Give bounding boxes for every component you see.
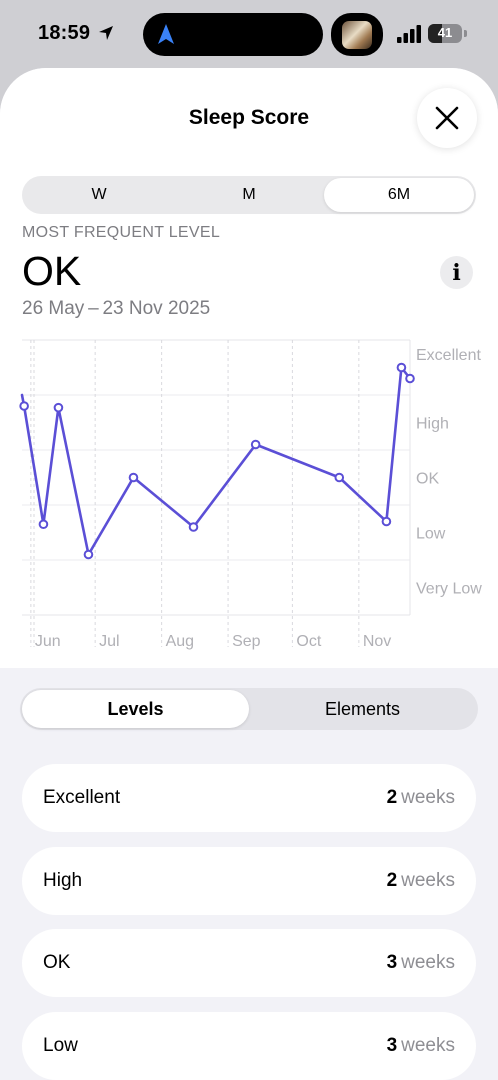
location-arrow-icon bbox=[99, 26, 113, 40]
level-count: 3 bbox=[386, 952, 398, 973]
tab-levels[interactable]: Levels bbox=[22, 690, 249, 728]
level-unit: weeks bbox=[401, 1034, 455, 1056]
date-range: 26 May – 23 Nov 2025 bbox=[22, 298, 211, 319]
data-point bbox=[188, 522, 199, 532]
data-point bbox=[38, 519, 49, 530]
range-option-week[interactable]: W bbox=[24, 178, 174, 212]
level-count: 2 bbox=[386, 869, 398, 891]
level-card-low[interactable]: Low 3 weeks bbox=[22, 1011, 476, 1080]
x-tick-label: Jul bbox=[99, 633, 119, 650]
x-tick-label: Jun bbox=[35, 633, 61, 650]
levels-list: Excellent 2 weeks High 2 weeks OK 3 weeks L… bbox=[22, 764, 476, 1080]
status-time: 18:59 bbox=[38, 22, 91, 44]
navigation-arrow-icon bbox=[158, 24, 174, 44]
detail-tabs: Levels Elements bbox=[20, 688, 478, 730]
most-frequent-caption: MOST FREQUENT LEVEL bbox=[22, 224, 221, 241]
cellular-signal-icon bbox=[397, 25, 421, 43]
range-option-6-months[interactable]: 6M bbox=[324, 178, 474, 212]
dynamic-island[interactable] bbox=[143, 13, 323, 56]
data-point bbox=[405, 373, 415, 384]
media-artwork-icon bbox=[342, 20, 372, 49]
close-icon bbox=[435, 106, 459, 130]
data-point bbox=[334, 472, 345, 483]
most-frequent-value: OK bbox=[22, 248, 82, 294]
status-bar: 18:59 41 bbox=[0, 0, 498, 68]
data-point bbox=[53, 402, 64, 413]
data-point bbox=[381, 516, 392, 527]
level-name: Excellent bbox=[43, 787, 121, 808]
x-tick-label: Aug bbox=[166, 633, 194, 650]
range-option-month[interactable]: M bbox=[174, 178, 324, 212]
level-unit: weeks bbox=[401, 952, 455, 973]
level-unit: weeks bbox=[401, 869, 455, 891]
data-point bbox=[128, 472, 139, 483]
live-activity-thumbnail[interactable] bbox=[331, 13, 383, 56]
tab-elements[interactable]: Elements bbox=[249, 690, 476, 728]
x-tick-label: Sep bbox=[232, 633, 261, 650]
level-name: High bbox=[43, 869, 83, 891]
battery-cap bbox=[464, 30, 467, 37]
y-level-label: OK bbox=[416, 471, 439, 488]
close-button[interactable] bbox=[417, 88, 477, 148]
data-point bbox=[83, 549, 94, 560]
y-level-label: High bbox=[416, 416, 449, 433]
time-range-selector: W M 6M bbox=[22, 176, 476, 214]
level-card-ok[interactable]: OK 3 weeks bbox=[22, 929, 476, 997]
level-unit: weeks bbox=[401, 787, 455, 808]
sleep-score-chart[interactable]: Jun Jul Aug Sep Oct Nov Very Low Low OK High Excel… bbox=[0, 330, 498, 660]
data-point bbox=[250, 439, 261, 450]
info-button[interactable]: i bbox=[440, 256, 473, 289]
level-name: OK bbox=[43, 952, 71, 973]
level-card-excellent[interactable]: Excellent 2 weeks bbox=[22, 764, 476, 832]
battery-percent: 41 bbox=[437, 25, 453, 40]
data-point bbox=[19, 401, 29, 411]
level-count: 2 bbox=[386, 787, 398, 808]
level-name: Low bbox=[43, 1034, 78, 1056]
series-line bbox=[20, 366, 412, 556]
data-point bbox=[396, 362, 407, 373]
x-tick-label: Nov bbox=[363, 633, 391, 650]
y-level-label: Low bbox=[416, 526, 446, 543]
battery-icon: 41 bbox=[428, 24, 462, 43]
level-count: 3 bbox=[386, 1034, 398, 1056]
x-tick-label: Oct bbox=[296, 633, 321, 650]
sleep-score-sheet: Sleep Score W M 6M MOST FREQUENT LEVEL O… bbox=[0, 68, 498, 1080]
y-level-label: Very Low bbox=[416, 581, 482, 598]
level-card-high[interactable]: High 2 weeks bbox=[22, 846, 476, 915]
info-icon: i bbox=[452, 259, 461, 286]
y-level-label: Excellent bbox=[416, 347, 481, 364]
